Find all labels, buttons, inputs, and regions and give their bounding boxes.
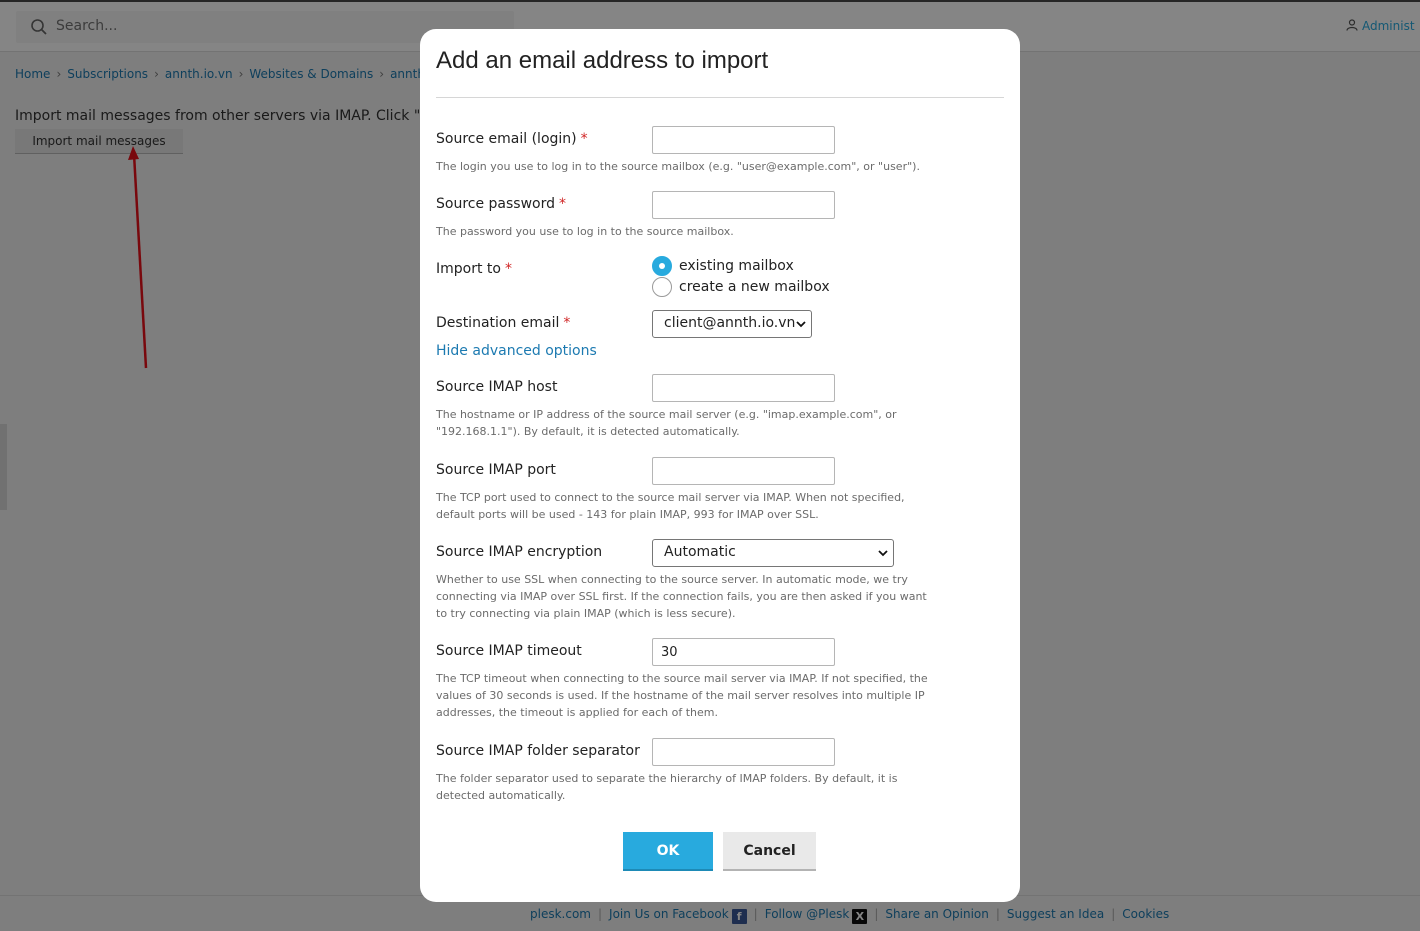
imap-encryption-select[interactable]: Automatic <box>652 539 894 567</box>
source-password-hint: The password you use to log in to the so… <box>436 225 734 238</box>
cancel-button[interactable]: Cancel <box>723 832 816 871</box>
imap-timeout-input[interactable] <box>652 638 835 666</box>
imap-separator-hint: The folder separator used to separate th… <box>436 772 898 802</box>
imap-timeout-label: Source IMAP timeout <box>436 643 582 659</box>
imap-encryption-hint: Whether to use SSL when connecting to th… <box>436 573 927 620</box>
imap-timeout-hint: The TCP timeout when connecting to the s… <box>436 672 928 719</box>
required-marker: * <box>559 196 566 212</box>
hide-advanced-options-link[interactable]: Hide advanced options <box>436 343 597 359</box>
source-email-label: Source email (login) * <box>436 131 588 147</box>
radio-new-mailbox-label[interactable]: create a new mailbox <box>679 279 830 295</box>
destination-email-label: Destination email * <box>436 315 571 331</box>
imap-separator-input[interactable] <box>652 738 835 766</box>
imap-host-label: Source IMAP host <box>436 379 558 395</box>
imap-port-input[interactable] <box>652 457 835 485</box>
source-password-label: Source password * <box>436 196 566 212</box>
source-email-hint: The login you use to log in to the sourc… <box>436 160 920 173</box>
imap-port-hint: The TCP port used to connect to the sour… <box>436 491 905 521</box>
dialog-title: Add an email address to import <box>436 47 769 74</box>
imap-separator-label: Source IMAP folder separator <box>436 743 640 759</box>
radio-existing-mailbox[interactable] <box>652 256 672 276</box>
chevron-down-icon <box>796 321 806 328</box>
radio-existing-mailbox-label[interactable]: existing mailbox <box>679 258 794 274</box>
dialog-divider <box>436 97 1004 98</box>
ok-button[interactable]: OK <box>623 832 713 871</box>
required-marker: * <box>504 261 512 277</box>
radio-new-mailbox[interactable] <box>652 277 672 297</box>
imap-port-label: Source IMAP port <box>436 462 556 478</box>
import-email-dialog: Add an email address to import Source em… <box>420 29 1020 902</box>
imap-host-hint: The hostname or IP address of the source… <box>436 408 897 438</box>
imap-encryption-value: Automatic <box>664 544 736 560</box>
imap-encryption-label: Source IMAP encryption <box>436 544 603 560</box>
required-marker: * <box>580 131 588 147</box>
chevron-down-icon <box>878 550 888 557</box>
source-email-input[interactable] <box>652 126 835 154</box>
destination-email-select[interactable]: client@annth.io.vn <box>652 310 812 338</box>
required-marker: * <box>563 315 571 331</box>
source-password-input[interactable] <box>652 191 835 219</box>
import-to-label: Import to * <box>436 261 512 277</box>
imap-host-input[interactable] <box>652 374 835 402</box>
destination-email-value: client@annth.io.vn <box>664 315 796 331</box>
